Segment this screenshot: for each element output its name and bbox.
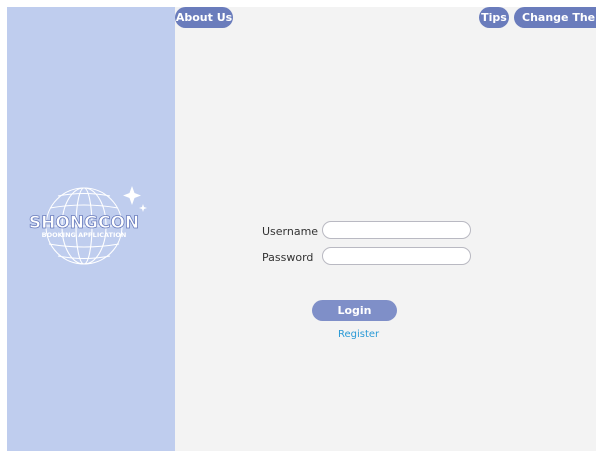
password-input[interactable] [322, 247, 471, 265]
register-link[interactable]: Register [338, 329, 379, 340]
shongcon-logo: SHONGCON BOOKING APPLICATION [28, 186, 147, 265]
change-theme-button[interactable]: Change Theme [514, 7, 596, 28]
username-input[interactable] [322, 221, 471, 239]
logo-subtitle: BOOKING APPLICATION [42, 231, 127, 239]
logo-title: SHONGCON [29, 213, 139, 233]
login-button[interactable]: Login [312, 300, 397, 321]
username-label: Username [262, 225, 319, 238]
password-label: Password [262, 251, 314, 264]
about-us-button[interactable]: About Us [175, 7, 233, 28]
tips-button[interactable]: Tips [479, 7, 509, 28]
